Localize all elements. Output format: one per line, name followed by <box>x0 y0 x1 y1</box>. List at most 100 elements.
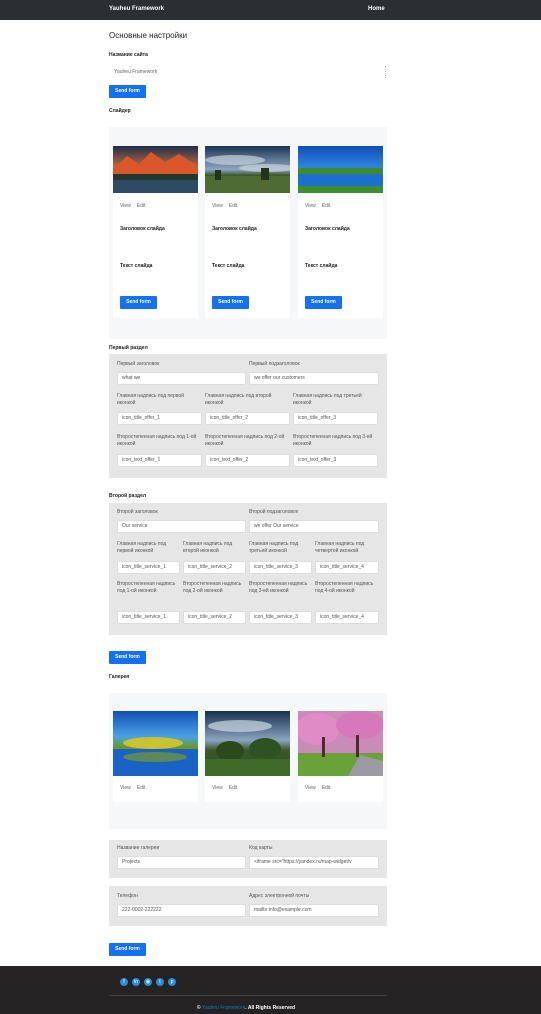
section2-secondary-input-4[interactable]: icon_title_service_4 <box>315 611 379 624</box>
section1-main-input-1[interactable]: icon_title_offer_1 <box>117 412 202 425</box>
site-name-label: Название сайта <box>109 52 148 58</box>
gallery-submit-button[interactable]: Send form <box>109 943 146 956</box>
footer-divider <box>109 995 387 996</box>
field-label: Название галереи <box>117 845 160 851</box>
view-link[interactable]: View <box>120 785 131 791</box>
email-input[interactable]: mailto:info@example.com <box>249 904 379 917</box>
field-label: Второстепенная надпись под 3-ей иконкой <box>293 434 373 447</box>
slide-image-blue-lake <box>298 146 383 193</box>
field-label: Второстепенная надпись под 3-ей иконкой <box>249 581 308 594</box>
copyright: © Yauheu Framework. All Rights Reserved <box>0 1005 492 1011</box>
twitter-icon[interactable]: t <box>156 978 164 986</box>
slide-title-label: Заголовок слайда <box>305 226 350 232</box>
brand-link[interactable]: Yauheu Framework <box>109 6 164 12</box>
card-actions: View Edit <box>305 785 336 791</box>
section1-secondary-input-2[interactable]: icon_text_offer_2 <box>205 454 290 467</box>
gallery-image-blossom-path <box>298 711 383 776</box>
gallery-label: Галерея <box>109 674 130 680</box>
map-code-input[interactable]: <iframe src="https://yandex.ru/map-widge… <box>249 856 379 869</box>
section1-main-input-3[interactable]: icon_title_offer_3 <box>293 412 378 425</box>
slide-image-mountain-lake <box>113 146 198 193</box>
pinterest-icon[interactable]: p <box>168 978 176 986</box>
field-label: Главная надпись под первой иконкой <box>117 393 185 406</box>
slide-text-label: Текст слайда <box>212 263 245 269</box>
phone-input[interactable]: 222-0002-222222 <box>117 904 246 917</box>
gallery-image-sky-trees <box>205 711 290 776</box>
slider-label: Слайдер <box>109 108 131 114</box>
view-link[interactable]: View <box>305 785 316 791</box>
copyright-text: . All Rights Reserved <box>245 1005 296 1011</box>
field-label: Первый заголовок <box>117 361 160 367</box>
view-link[interactable]: View <box>212 785 223 791</box>
field-label: Второй подзаголовок <box>249 509 299 515</box>
linkedin-icon[interactable]: in <box>132 978 140 986</box>
slider-card-2: View Edit Заголовок слайда Текст слайда S… <box>205 146 290 318</box>
section2-main-input-2[interactable]: icon_title_service_2 <box>183 561 246 574</box>
view-link[interactable]: View <box>120 203 131 209</box>
section2-main-input-1[interactable]: icon_title_service_1 <box>117 561 180 574</box>
slide-text-label: Текст слайда <box>120 263 153 269</box>
site-name-submit-button[interactable]: Send form <box>109 85 146 98</box>
field-label: Второй заголовок <box>117 509 158 515</box>
field-label: Второстепенная надпись под 2-ой иконкой <box>183 581 242 594</box>
edit-link[interactable]: Edit <box>322 785 331 791</box>
section1-secondary-input-3[interactable]: icon_text_offer_3 <box>293 454 378 467</box>
card-actions: View Edit <box>212 203 243 209</box>
edit-link[interactable]: Edit <box>137 203 146 209</box>
edit-link[interactable]: Edit <box>322 203 331 209</box>
copyright-symbol: © <box>196 1005 201 1011</box>
sections-submit-button[interactable]: Send form <box>109 651 146 664</box>
section2-secondary-input-2[interactable]: icon_title_service_2 <box>183 611 246 624</box>
field-label: Главная надпись под третьей иконкой <box>249 541 299 554</box>
gallery-image-lake-reflection <box>113 711 198 776</box>
slide-image-cloudy-field <box>205 146 290 193</box>
card-actions: View Edit <box>305 203 336 209</box>
section1-secondary-input-1[interactable]: icon_text_offer_1 <box>117 454 202 467</box>
slide-title-label: Заголовок слайда <box>212 226 257 232</box>
field-label: Главная надпись под второй иконкой <box>183 541 233 554</box>
field-label: Второстепенная надпись под 4-ой иконкой <box>315 581 374 594</box>
vk-icon[interactable]: ◉ <box>144 978 152 986</box>
section2-label: Второй раздел <box>109 493 147 499</box>
copyright-brand-link[interactable]: Yauheu Framework <box>202 1005 245 1011</box>
edit-link[interactable]: Edit <box>229 203 238 209</box>
field-label: Второстепенная надпись под 1-ой иконкой <box>117 581 176 594</box>
slide-submit-button[interactable]: Send form <box>212 296 249 309</box>
section2-title-input[interactable]: Our service <box>117 520 246 533</box>
field-label: Второстепенная надпись под 1-ой иконкой <box>117 434 197 447</box>
edit-link[interactable]: Edit <box>137 785 146 791</box>
field-label: Телефон <box>117 893 138 899</box>
field-label: Адрес электронной почты <box>249 893 310 899</box>
slider-card-3: View Edit Заголовок слайда Текст слайда S… <box>298 146 383 318</box>
field-label: Первый подзаголовок <box>249 361 300 367</box>
section2-main-input-4[interactable]: icon_title_service_4 <box>315 561 379 574</box>
slide-submit-button[interactable]: Send form <box>120 296 157 309</box>
section1-label: Первый раздел <box>109 345 148 351</box>
gallery-card-3: View Edit <box>298 711 383 802</box>
gallery-name-input[interactable]: Projects <box>117 856 246 869</box>
slide-submit-button[interactable]: Send form <box>305 296 342 309</box>
slider-card-1: View Edit Заголовок слайда Текст слайда S… <box>113 146 198 318</box>
top-navbar: Yauheu Framework Home <box>0 0 541 20</box>
view-link[interactable]: View <box>305 203 316 209</box>
section2-subtitle-input[interactable]: we offer Our service <box>249 520 379 533</box>
field-label: Второстепенная надпись под 2-ой иконкой <box>205 434 285 447</box>
view-link[interactable]: View <box>212 203 223 209</box>
section1-title-input[interactable]: what we <box>117 372 246 385</box>
home-link[interactable]: Home <box>368 6 385 12</box>
gallery-card-1: View Edit <box>113 711 198 802</box>
edit-link[interactable]: Edit <box>229 785 238 791</box>
section1-main-input-2[interactable]: icon_title_offer_2 <box>205 412 290 425</box>
page-title: Основные настройки <box>109 31 188 40</box>
slide-text-label: Текст слайда <box>305 263 338 269</box>
section2-secondary-input-3[interactable]: icon_title_service_3 <box>249 611 312 624</box>
field-label: Код карты <box>249 845 273 851</box>
field-label: Главная надпись под третьей иконкой <box>293 393 362 406</box>
section1-subtitle-input[interactable]: we offer our customers <box>249 372 379 385</box>
facebook-icon[interactable]: f <box>120 978 128 986</box>
field-label: Главная надпись под первой иконкой <box>117 541 167 554</box>
section2-main-input-3[interactable]: icon_title_service_3 <box>249 561 312 574</box>
slide-title-label: Заголовок слайда <box>120 226 165 232</box>
section2-secondary-input-1[interactable]: icon_title_service_1 <box>117 611 180 624</box>
site-name-input[interactable]: Yauheu Framework <box>110 66 386 78</box>
